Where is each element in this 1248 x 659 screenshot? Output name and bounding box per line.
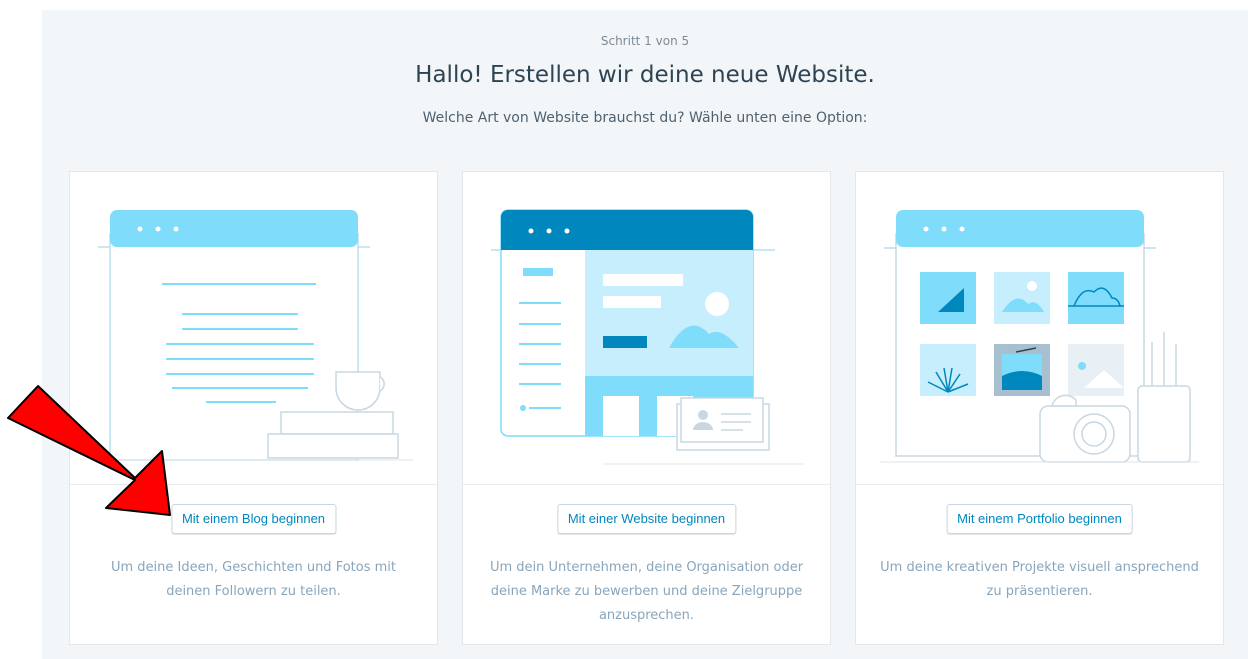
red-arrow-icon: [7, 385, 171, 516]
